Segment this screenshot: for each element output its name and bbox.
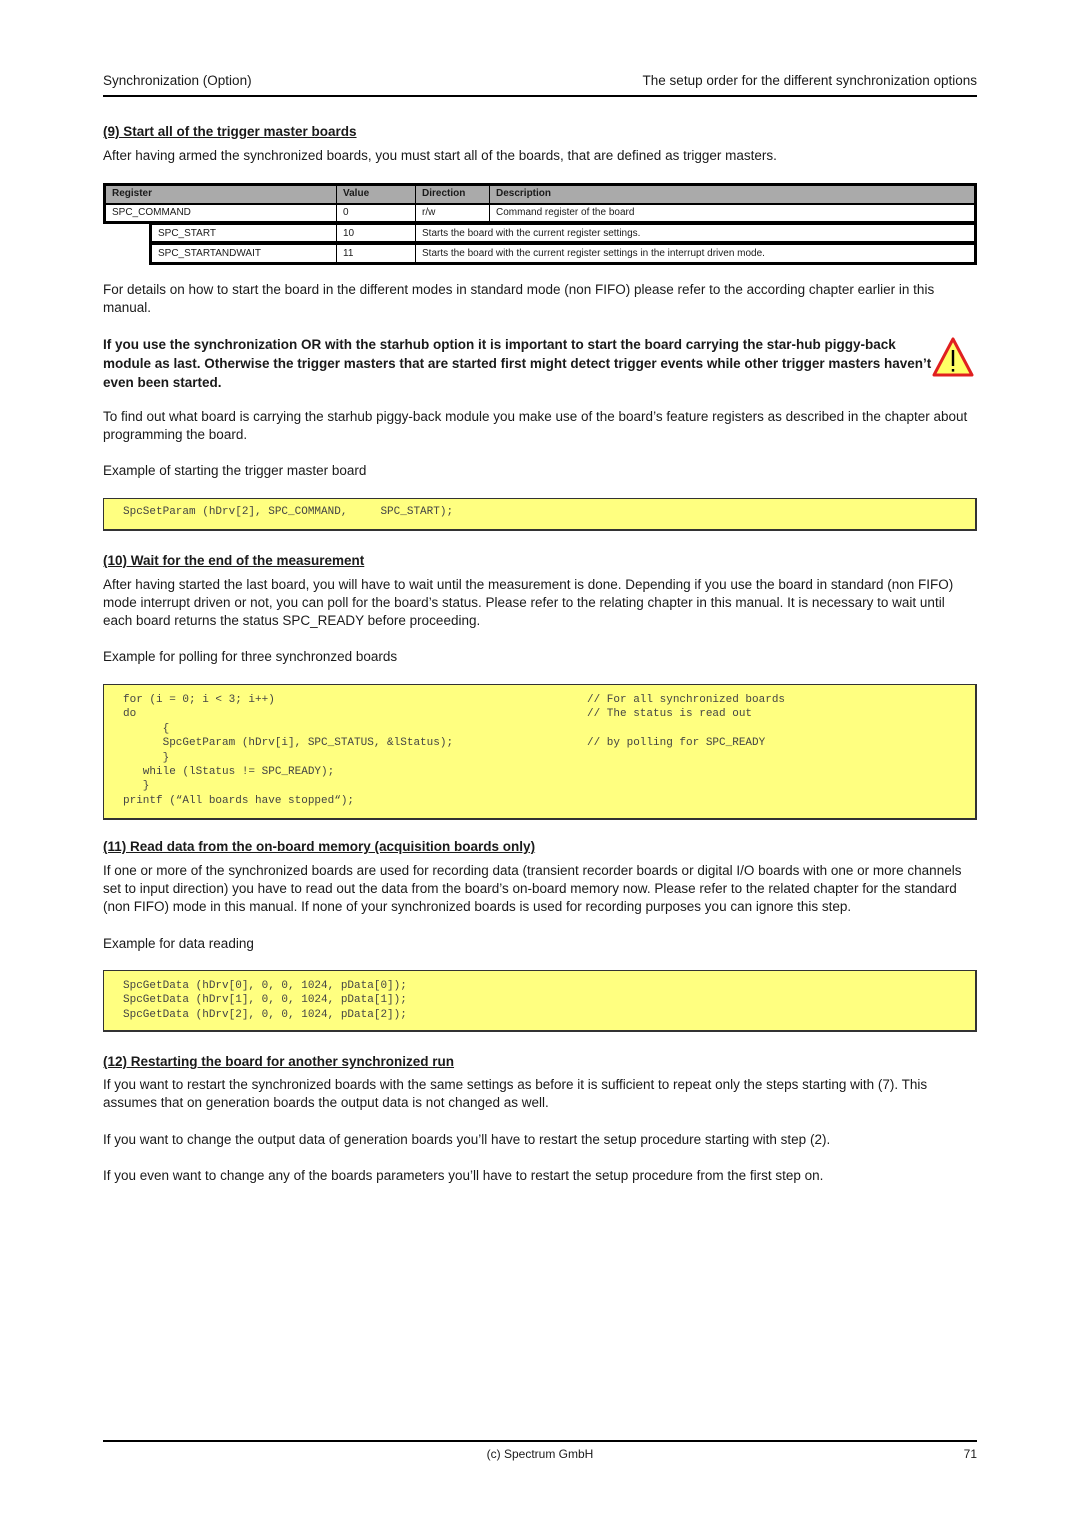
register-direction: r/w xyxy=(415,205,489,221)
section-11-example-label: Example for data reading xyxy=(103,936,254,951)
code-line: SpcGetParam (hDrv[i], SPC_STATUS, &lStat… xyxy=(123,736,975,750)
register-value: 11 xyxy=(336,245,415,262)
section-9-find-out: To find out what board is carrying the s… xyxy=(103,409,968,442)
code-line: SpcGetData (hDrv[1], 0, 0, 1024, pData[1… xyxy=(123,993,975,1007)
code-line: for (i = 0; i < 3; i++) // For all synchr… xyxy=(123,693,975,707)
code-comment: // The status is read out xyxy=(587,708,753,721)
code-text: SpcGetData (hDrv[2], 0, 0, 1024, pData[2… xyxy=(123,1008,407,1021)
col-header-direction: Direction xyxy=(415,186,489,203)
code-line: } xyxy=(123,779,975,793)
table-row: SPC_START 10 Starts the board with the c… xyxy=(149,224,977,244)
footer-rule xyxy=(103,1440,977,1442)
section-11-body: If one or more of the synchronized board… xyxy=(103,863,962,914)
section-12-paragraph: If you even want to change any of the bo… xyxy=(103,1168,824,1183)
section-10-example-label: Example for polling for three synchronze… xyxy=(103,649,398,664)
code-text: SpcSetParam (hDrv[2], SPC_COMMAND, SPC_S… xyxy=(123,506,454,518)
code-text: SpcGetData (hDrv[1], 0, 0, 1024, pData[1… xyxy=(123,994,407,1007)
col-header-value: Value xyxy=(336,186,415,203)
code-line: SpcSetParam (hDrv[2], SPC_COMMAND, SPC_S… xyxy=(123,505,975,519)
section-12-paragraph: If you want to restart the synchronized … xyxy=(103,1077,928,1110)
section-10-heading: (10) Wait for the end of the measurement xyxy=(103,553,365,568)
code-line: } xyxy=(123,751,975,765)
code-text: } xyxy=(123,780,150,793)
code-line: printf (“All boards have stopped“); xyxy=(123,794,975,808)
section-9-details: For details on how to start the board in… xyxy=(103,282,935,315)
code-comment: // by polling for SPC_READY xyxy=(587,737,766,750)
code-text: } xyxy=(123,751,170,764)
section-12-heading: (12) Restarting the board for another sy… xyxy=(103,1054,455,1069)
code-block-start: SpcSetParam (hDrv[2], SPC_COMMAND, SPC_S… xyxy=(103,498,977,531)
code-line: SpcGetData (hDrv[2], 0, 0, 1024, pData[2… xyxy=(123,1008,975,1022)
header-chapter: Synchronization (Option) xyxy=(103,73,252,88)
section-12-paragraph: If you want to change the output data of… xyxy=(103,1132,831,1147)
section-11-heading: (11) Read data from the on-board memory … xyxy=(103,839,536,854)
section-10-body: After having started the last board, you… xyxy=(103,577,954,628)
col-header-description: Description xyxy=(489,186,974,203)
register-value: 0 xyxy=(336,205,415,221)
starhub-warning: If you use the synchronization OR with t… xyxy=(103,337,932,390)
code-text: { xyxy=(123,722,170,735)
section-9-heading: (9) Start all of the trigger master boar… xyxy=(103,124,357,139)
code-text: do xyxy=(123,708,137,721)
table-row: SPC_COMMAND 0 r/w Command register of th… xyxy=(103,203,977,224)
code-block-polling: for (i = 0; i < 3; i++) // For all synchr… xyxy=(103,684,977,820)
header-rule xyxy=(103,95,977,97)
header-section: The setup order for the different synchr… xyxy=(642,73,977,88)
code-block-data-reading: SpcGetData (hDrv[0], 0, 0, 1024, pData[0… xyxy=(103,970,977,1032)
section-9-example-label: Example of starting the trigger master b… xyxy=(103,463,367,478)
page-number: 71 xyxy=(963,1447,977,1461)
register-description: Command register of the board xyxy=(489,205,974,221)
register-description: Starts the board with the current regist… xyxy=(415,245,975,262)
code-line: SpcGetData (hDrv[0], 0, 0, 1024, pData[0… xyxy=(123,979,975,993)
register-name: SPC_COMMAND xyxy=(112,207,191,218)
table-header-row: Register Value Direction Description xyxy=(103,183,977,203)
table-row: SPC_STARTANDWAIT 11 Starts the board wit… xyxy=(149,244,977,265)
code-text: SpcGetData (hDrv[0], 0, 0, 1024, pData[0… xyxy=(123,980,407,992)
code-line: do // The status is read out xyxy=(123,707,975,721)
code-text: for (i = 0; i < 3; i++) xyxy=(123,694,275,706)
code-line: { xyxy=(123,722,975,736)
register-name: SPC_STARTANDWAIT xyxy=(158,248,261,259)
code-comment: // For all synchronized boards xyxy=(587,694,786,706)
code-line: while (lStatus != SPC_READY); xyxy=(123,765,975,779)
code-text: while (lStatus != SPC_READY); xyxy=(123,765,335,778)
code-text: printf (“All boards have stopped“); xyxy=(123,794,355,807)
footer-copyright: (c) Spectrum GmbH xyxy=(486,1447,594,1461)
code-text: SpcGetParam (hDrv[i], SPC_STATUS, &lStat… xyxy=(123,737,454,750)
col-header-register: Register xyxy=(112,188,153,199)
section-9-intro: After having armed the synchronized boar… xyxy=(103,148,777,163)
register-name: SPC_START xyxy=(158,228,216,239)
warning-triangle-icon xyxy=(932,337,974,377)
register-description: Starts the board with the current regist… xyxy=(415,225,975,241)
register-value: 10 xyxy=(336,225,415,241)
